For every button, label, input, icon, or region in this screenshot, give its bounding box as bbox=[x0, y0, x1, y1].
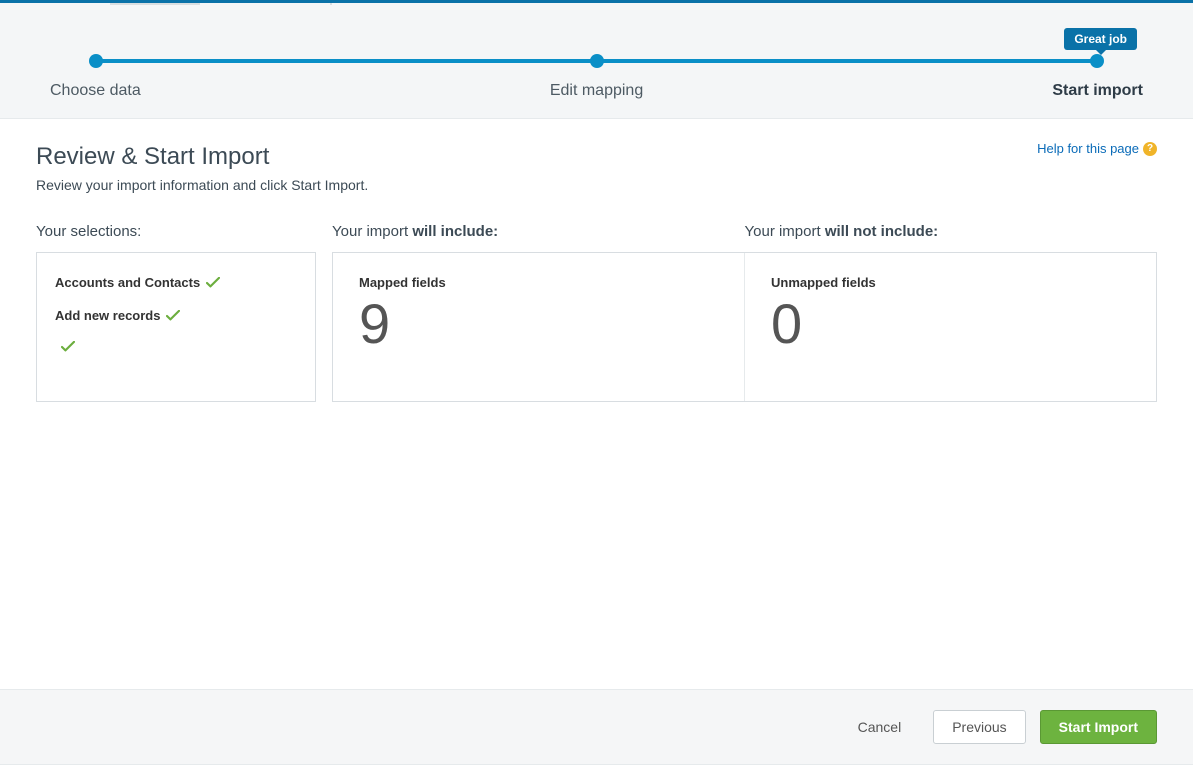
previous-button[interactable]: Previous bbox=[933, 710, 1025, 744]
mapped-fields-panel: Mapped fields 9 bbox=[333, 253, 744, 401]
unmapped-fields-panel: Unmapped fields 0 bbox=[744, 253, 1156, 401]
selection-item-accounts-contacts: Accounts and Contacts bbox=[55, 275, 297, 290]
help-link[interactable]: Help for this page ? bbox=[1037, 141, 1157, 156]
step-choose-data[interactable]: Choose data bbox=[50, 82, 141, 100]
mapped-fields-label: Mapped fields bbox=[359, 275, 718, 290]
will-include-heading: Your import will include: bbox=[332, 223, 745, 240]
step-edit-mapping[interactable]: Edit mapping bbox=[550, 82, 643, 100]
progress-dot-3[interactable] bbox=[1090, 54, 1104, 68]
will-not-include-heading: Your import will not include: bbox=[745, 223, 1158, 240]
include-box: Mapped fields 9 Unmapped fields 0 bbox=[332, 252, 1157, 402]
cancel-button[interactable]: Cancel bbox=[840, 711, 920, 743]
unmapped-fields-count: 0 bbox=[771, 296, 1130, 352]
page-title: Review & Start Import bbox=[36, 143, 1157, 171]
start-import-button[interactable]: Start Import bbox=[1040, 710, 1157, 744]
selection-item-label: Accounts and Contacts bbox=[55, 275, 200, 290]
main-content: Help for this page ? Review & Start Impo… bbox=[0, 119, 1193, 689]
progress-track bbox=[96, 54, 1097, 68]
step-labels: Choose data Edit mapping Start import bbox=[40, 82, 1153, 100]
selection-item-label: Add new records bbox=[55, 308, 160, 323]
progress-dot-2[interactable] bbox=[590, 54, 604, 68]
will-include-strong: will include: bbox=[412, 223, 498, 240]
help-link-text: Help for this page bbox=[1037, 141, 1139, 156]
help-icon: ? bbox=[1143, 142, 1157, 156]
will-include-prefix: Your import bbox=[332, 223, 412, 240]
tooltip-great-job: Great job bbox=[1064, 28, 1137, 50]
check-icon bbox=[166, 310, 180, 322]
check-icon bbox=[61, 341, 75, 353]
progress-dot-1[interactable] bbox=[89, 54, 103, 68]
will-not-include-prefix: Your import bbox=[745, 223, 825, 240]
step-start-import[interactable]: Start import bbox=[1052, 82, 1143, 100]
wizard-header: Great job Choose data Edit mapping Start… bbox=[0, 6, 1193, 119]
selection-item-empty bbox=[55, 341, 297, 353]
selections-heading: Your selections: bbox=[36, 223, 316, 240]
check-icon bbox=[206, 277, 220, 289]
will-not-include-strong: will not include: bbox=[825, 223, 938, 240]
page-subtitle: Review your import information and click… bbox=[36, 177, 1157, 193]
mapped-fields-count: 9 bbox=[359, 296, 718, 352]
selection-item-add-new-records: Add new records bbox=[55, 308, 297, 323]
unmapped-fields-label: Unmapped fields bbox=[771, 275, 1130, 290]
footer-actions: Cancel Previous Start Import bbox=[0, 689, 1193, 765]
selections-box: Accounts and Contacts Add new records bbox=[36, 252, 316, 402]
